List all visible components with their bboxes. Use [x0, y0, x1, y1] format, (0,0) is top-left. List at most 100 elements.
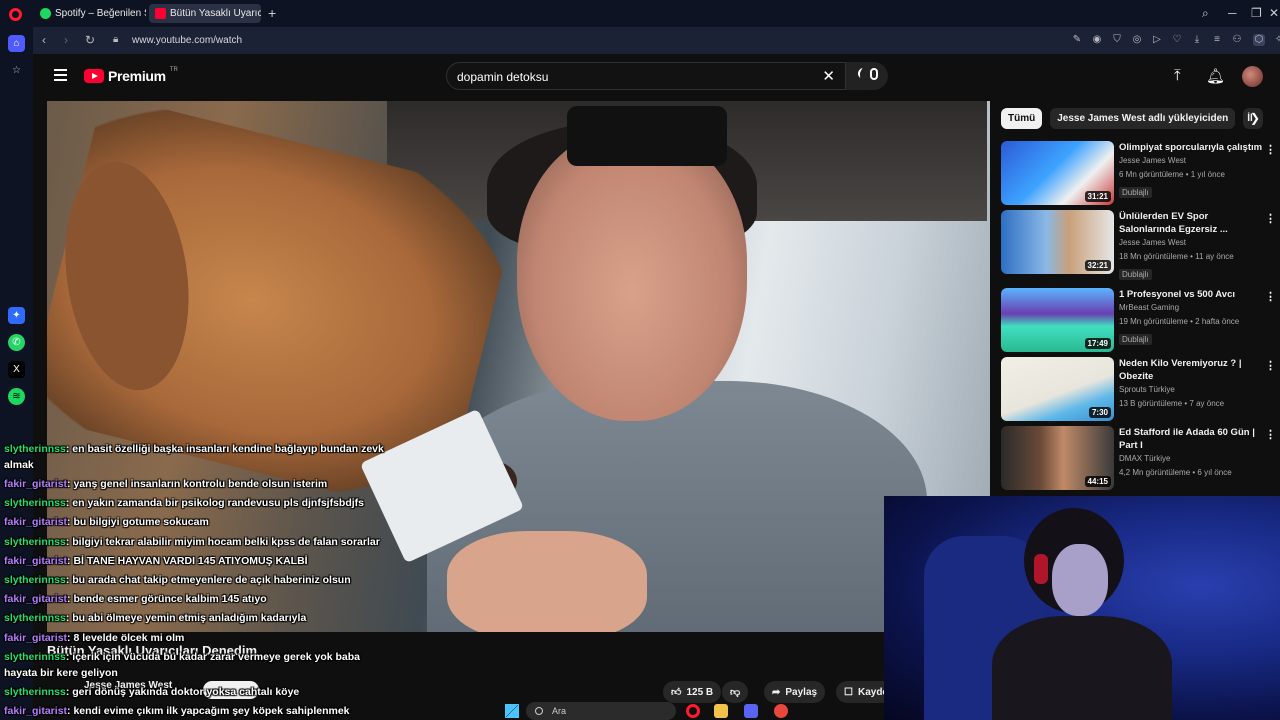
youtube-play-icon [84, 69, 104, 83]
thumbnail[interactable]: 32:21 [1001, 210, 1114, 274]
thumbnail[interactable]: 44:15 [1001, 426, 1114, 490]
close-icon[interactable]: ✕ [1269, 6, 1279, 20]
screen: Spotify – Beğenilen Şarkıla Bütün Yasakl… [0, 0, 1280, 720]
recommendation-meta: 18 Mn görüntüleme • 11 ay önce [1119, 252, 1234, 261]
menu-icon[interactable]: ≡ [1211, 34, 1223, 46]
extension-icon[interactable]: ⬡ [1253, 34, 1265, 46]
url-field[interactable]: www.youtube.com/watch [132, 35, 242, 46]
upload-icon[interactable]: ⤒ [1174, 67, 1181, 84]
camera-icon[interactable]: ◉ [1091, 34, 1103, 46]
recommendation-item[interactable]: 17:49 1 Profesyonel vs 500 Avcı MrBeast … [1001, 288, 1276, 354]
thumbnail[interactable]: 7:30 [1001, 357, 1114, 421]
duration: 17:49 [1084, 338, 1111, 349]
recommendation-item[interactable]: 32:21 Ünlülerden EV Spor Salonlarında Eg… [1001, 210, 1276, 280]
notifications-bell-icon[interactable]: 🔔︎ [1206, 67, 1225, 85]
whatsapp-icon[interactable]: ✆ [8, 334, 25, 351]
more-options-icon[interactable]: ⋮ [1265, 359, 1276, 372]
chat-message: fakir_gitarist: 8 levelde ölcek mi olm [4, 631, 185, 644]
more-options-icon[interactable]: ⋮ [1265, 143, 1276, 156]
hamburger-menu-icon[interactable] [54, 69, 67, 81]
thumbs-down-icon: 👎︎ [730, 687, 741, 698]
recommendation-item[interactable]: 31:21 Olimpiyat sporcularıyla çalıştım J… [1001, 141, 1276, 207]
back-icon[interactable]: ‹ [42, 33, 46, 47]
forward-icon[interactable]: › [64, 33, 68, 47]
clear-search-icon[interactable]: ✕ [822, 67, 835, 85]
recommendation-meta: 4,2 Mn görüntüleme • 6 yıl önce [1119, 468, 1232, 477]
recommendation-item[interactable]: 44:15 Ed Stafford ile Adada 60 Gün | Par… [1001, 426, 1276, 492]
stream-chat: slytherinnss: en basit özelliği başka in… [4, 440, 384, 720]
chevron-right-icon[interactable]: ❯ [1250, 111, 1260, 125]
recommendation-channel[interactable]: Jesse James West [1119, 236, 1264, 250]
tab-label: Bütün Yasaklı Uyarıcıları D [170, 8, 261, 19]
discord-icon[interactable] [744, 704, 758, 718]
taskbar-search[interactable]: Ara [526, 702, 676, 720]
edit-icon[interactable]: ✎ [1071, 34, 1083, 46]
windows-start-icon[interactable] [505, 704, 519, 718]
tab-youtube[interactable]: Bütün Yasaklı Uyarıcıları D [149, 4, 261, 23]
recommendation-channel[interactable]: Jesse James West [1119, 154, 1264, 168]
recommendation-info: Olimpiyat sporcularıyla çalıştım Jesse J… [1119, 141, 1264, 200]
youtube-logo[interactable]: Premium TR [84, 67, 178, 84]
webcam-body [992, 616, 1172, 720]
recommendation-channel[interactable]: MrBeast Gaming [1119, 301, 1264, 315]
thumbnail[interactable]: 31:21 [1001, 141, 1114, 205]
youtube-icon [155, 8, 166, 19]
search-tabs-icon[interactable]: ⌕ [1202, 6, 1209, 21]
tab-spotify[interactable]: Spotify – Beğenilen Şarkıla [34, 4, 146, 23]
chip-uploader[interactable]: Jesse James West adlı yükleyiciden [1050, 108, 1236, 129]
vpn-icon[interactable]: ◎ [1131, 34, 1143, 46]
youtube-header: Premium TR dopamin detoksu ✕ ⤒ 🔔︎ [33, 54, 1280, 100]
recommendation-channel[interactable]: DMAX Türkiye [1119, 452, 1264, 466]
recommendation-title[interactable]: 1 Profesyonel vs 500 Avcı [1119, 288, 1264, 301]
download-icon[interactable]: ⤓ [1191, 34, 1203, 46]
profile-icon[interactable]: ⚇ [1231, 34, 1243, 46]
x-twitter-icon[interactable]: X [8, 361, 25, 378]
browser-tab-bar: Spotify – Beğenilen Şarkıla Bütün Yasakl… [0, 0, 1280, 27]
spotify-sidebar-icon[interactable]: ≋ [8, 388, 25, 405]
microphone-icon [870, 68, 878, 80]
reload-icon[interactable]: ↻ [85, 33, 95, 47]
recommendation-item[interactable]: 7:30 Neden Kilo Veremiyoruz ? | Obezite … [1001, 357, 1276, 423]
recommendation-info: 1 Profesyonel vs 500 Avcı MrBeast Gaming… [1119, 288, 1264, 347]
address-bar: ‹ › ↻ 🔒︎ www.youtube.com/watch ✎ ◉ ⛉ ◎ ▷… [33, 27, 1280, 54]
heart-icon[interactable]: ♡ [1171, 34, 1183, 46]
recommendation-info: Ed Stafford ile Adada 60 Gün | Part I DM… [1119, 426, 1264, 480]
chat-message: slytherinnss: geri dönüş yakında doktor … [4, 685, 300, 698]
thumbnail[interactable]: 17:49 [1001, 288, 1114, 352]
chat-message: slytherinnss: bilgiyi tekrar alabilir mi… [4, 535, 380, 548]
app-icon[interactable] [774, 704, 788, 718]
minimize-icon[interactable]: ─ [1228, 6, 1237, 20]
player-icon[interactable]: ▷ [1151, 34, 1163, 46]
messenger-icon[interactable]: ✦ [8, 307, 25, 324]
shield-icon[interactable]: ⛉ [1111, 34, 1123, 46]
recommendation-channel[interactable]: Sprouts Türkiye [1119, 383, 1264, 397]
chip-all[interactable]: Tümü [1001, 108, 1043, 129]
more-options-icon[interactable]: ⋮ [1265, 428, 1276, 441]
chat-message: fakir_gitarist: yanş genel insanların ko… [4, 478, 328, 490]
recommendation-title[interactable]: Ed Stafford ile Adada 60 Gün | Part I [1119, 426, 1264, 452]
recommendation-title[interactable]: Ünlülerden EV Spor Salonlarında Egzersiz… [1119, 210, 1264, 236]
star-icon[interactable]: ☆ [8, 62, 25, 79]
search-input[interactable]: dopamin detoksu ✕ [446, 62, 846, 90]
save-icon: ☐ [844, 686, 853, 698]
chat-message: fakir_gitarist: kendi evime çıkım ilk ya… [4, 705, 350, 718]
home-icon[interactable]: ⌂ [8, 35, 25, 52]
voice-search-button[interactable] [860, 62, 888, 90]
ai-icon[interactable]: ✧ [1273, 34, 1280, 46]
maximize-icon[interactable]: ❐ [1251, 6, 1262, 20]
avatar[interactable] [1242, 66, 1263, 87]
thumbs-up-icon: 👍︎ [671, 687, 682, 698]
recommendation-info: Neden Kilo Veremiyoruz ? | Obezite Sprou… [1119, 357, 1264, 411]
recommendation-title[interactable]: Neden Kilo Veremiyoruz ? | Obezite [1119, 357, 1264, 383]
more-options-icon[interactable]: ⋮ [1265, 290, 1276, 303]
opera-logo-icon[interactable] [9, 8, 22, 21]
search-value: dopamin detoksu [457, 70, 549, 84]
new-tab-icon[interactable]: + [268, 5, 276, 21]
more-options-icon[interactable]: ⋮ [1265, 212, 1276, 225]
dubbed-badge: Dublajlı [1119, 269, 1152, 280]
share-icon: ➦ [772, 686, 781, 698]
file-explorer-icon[interactable] [714, 704, 728, 718]
opera-taskbar-icon[interactable] [686, 704, 700, 718]
recommendation-title[interactable]: Olimpiyat sporcularıyla çalıştım [1119, 141, 1264, 154]
webcam-overlay [884, 496, 1280, 720]
